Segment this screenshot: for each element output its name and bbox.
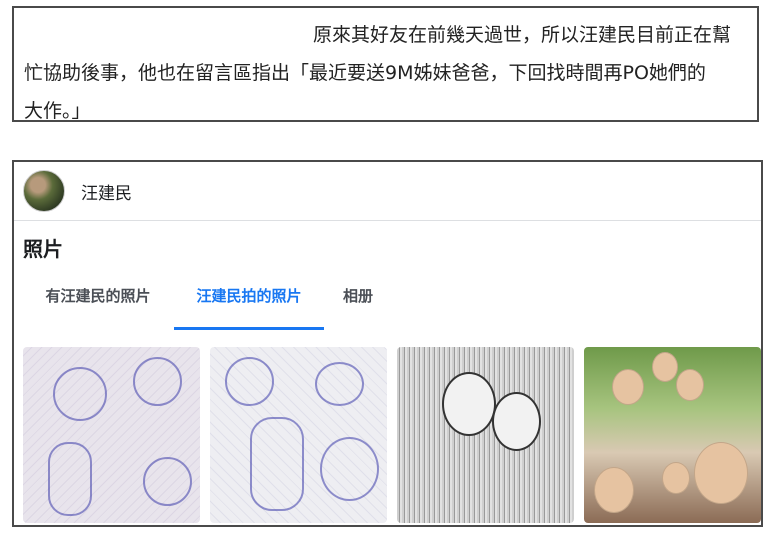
sketch-shape: [320, 437, 379, 501]
profile-name[interactable]: 汪建民: [81, 179, 132, 204]
photo-thumbnail-group-selfie[interactable]: [584, 347, 761, 523]
person-face: [662, 462, 690, 494]
sketch-shape: [53, 367, 107, 421]
active-tab-indicator: [174, 327, 324, 330]
sketch-shape: [250, 417, 304, 511]
photo-thumbnail-portrait[interactable]: [397, 347, 574, 523]
photos-section-title: 照片: [23, 237, 63, 261]
sketch-shape: [48, 442, 92, 516]
person-face: [652, 352, 678, 382]
quote-line-2: 忙協助後事，他也在留言區指出「最近要送9M姊妹爸爸，下回找時間再PO她們的: [24, 62, 706, 84]
portrait-face: [442, 372, 496, 436]
person-face: [612, 369, 644, 405]
quote-line-3: 大作。」: [24, 100, 91, 122]
sketch-shape: [315, 362, 364, 406]
person-face: [694, 442, 748, 504]
person-face: [594, 467, 634, 513]
sketch-shape: [225, 357, 274, 406]
tab-photos-by-user[interactable]: 汪建民拍的照片: [174, 277, 324, 331]
profile-header[interactable]: 汪建民: [14, 162, 761, 221]
tab-albums[interactable]: 相册: [328, 277, 388, 331]
photos-panel: 汪建民 照片 有汪建民的照片 汪建民拍的照片 相册: [12, 160, 763, 527]
quote-box: 原來其好友在前幾天過世，所以汪建民目前正在幫 忙協助後事，他也在留言區指出「最近…: [12, 6, 759, 122]
sketch-shape: [133, 357, 182, 406]
tab-photos-by-user-label: 汪建民拍的照片: [196, 287, 302, 305]
avatar[interactable]: [23, 170, 65, 212]
portrait-face: [492, 392, 541, 451]
photo-thumbnail-sketch-2[interactable]: [210, 347, 387, 523]
tab-photos-of-user[interactable]: 有汪建民的照片: [38, 277, 158, 331]
photo-thumbnail-sketch-1[interactable]: [23, 347, 200, 523]
quote-line-1: 原來其好友在前幾天過世，所以汪建民目前正在幫: [312, 24, 731, 46]
sketch-shape: [143, 457, 192, 506]
photo-tabs: 有汪建民的照片 汪建民拍的照片 相册: [14, 277, 761, 331]
person-face: [676, 369, 704, 401]
photo-grid: [23, 347, 761, 523]
